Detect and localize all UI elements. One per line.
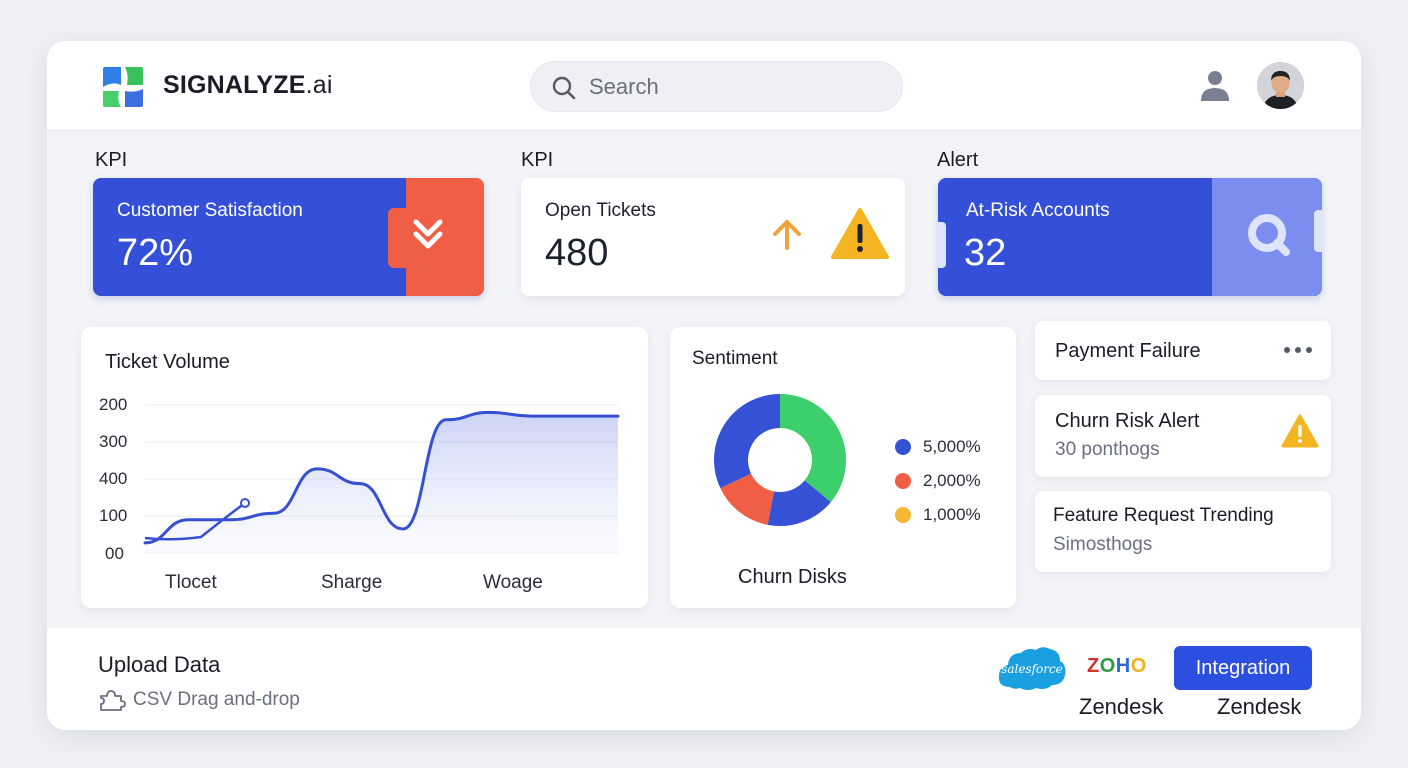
alert-item-payment-failure[interactable]: Payment Failure <box>1035 321 1331 380</box>
avatar-image <box>1257 62 1304 109</box>
legend-label: 1,000% <box>923 505 981 524</box>
avatar[interactable] <box>1257 62 1304 109</box>
area-fill <box>145 412 618 553</box>
alert-item-churn-risk[interactable]: Churn Risk Alert 30 ponthogs <box>1035 395 1331 477</box>
donut-slice <box>714 394 781 489</box>
zoho-logo[interactable]: ZOHO <box>1087 655 1147 678</box>
alert-subtitle: Simosthogs <box>1053 534 1153 555</box>
signalyze-logo[interactable] <box>99 63 147 111</box>
card-accent <box>1212 178 1322 296</box>
sentiment-panel: Sentiment 5,000% 2,000% 1,000% Churn Dis… <box>670 327 1016 608</box>
kpi-value: 32 <box>964 232 1007 274</box>
kpi-section-label: KPI <box>521 149 554 171</box>
donut-slice <box>779 394 846 503</box>
zendesk-label[interactable]: Zendesk <box>1079 694 1163 720</box>
chevrons-down-icon <box>413 219 443 249</box>
search-icon <box>552 76 576 100</box>
salesforce-wordmark: salesforce <box>1001 662 1063 676</box>
ticket-volume-chart <box>143 404 620 554</box>
alert-title: Churn Risk Alert <box>1055 410 1200 432</box>
legend-swatch <box>895 507 911 523</box>
user-icon[interactable] <box>1197 67 1233 103</box>
legend-label: 2,000% <box>923 471 981 490</box>
card-tab <box>938 222 946 268</box>
panel-title: Sentiment <box>692 348 778 369</box>
alert-item-feature-request[interactable]: Feature Request Trending Simosthogs <box>1035 491 1331 572</box>
legend-swatch <box>895 473 911 489</box>
integration-button[interactable]: Integration <box>1174 646 1312 690</box>
legend-swatch <box>895 439 911 455</box>
puzzle-icon <box>100 690 126 711</box>
warning-icon <box>831 208 889 259</box>
top-bar: SIGNALYZE.ai <box>47 41 1361 131</box>
arrow-up-icon <box>773 220 801 250</box>
zendesk-label[interactable]: Zendesk <box>1217 694 1301 720</box>
ticket-volume-panel: Ticket Volume 200 300 400 100 00 Tlocet … <box>81 327 648 608</box>
upload-bar: Upload Data CSV Drag and-drop salesforce… <box>47 628 1361 730</box>
kpi-section-label: KPI <box>95 149 128 171</box>
salesforce-logo[interactable]: salesforce <box>996 643 1068 693</box>
donut-slice <box>720 472 775 525</box>
warning-icon <box>1281 414 1319 448</box>
donut-slice <box>767 479 831 526</box>
kpi-card-customer-satisfaction[interactable]: Customer Satisfaction 72% <box>93 178 484 296</box>
search-bar[interactable] <box>530 61 903 112</box>
card-accent <box>406 178 484 296</box>
alert-title: Payment Failure <box>1055 340 1201 362</box>
app-window: SIGNALYZE.ai KPI KPI Alert <box>47 41 1361 730</box>
sentiment-donut-chart <box>714 394 846 526</box>
brand-name: SIGNALYZE.ai <box>163 71 333 99</box>
alert-title: Feature Request Trending <box>1053 505 1274 526</box>
upload-title: Upload Data <box>98 652 221 677</box>
card-tab <box>1314 210 1322 252</box>
alert-subtitle: 30 ponthogs <box>1055 439 1160 460</box>
alert-section-label: Alert <box>937 149 979 171</box>
kpi-title: Customer Satisfaction <box>117 200 303 221</box>
card-notch <box>388 208 406 268</box>
legend-label: 5,000% <box>923 437 981 456</box>
alert-card-at-risk-accounts[interactable]: At-Risk Accounts 32 <box>938 178 1322 296</box>
search-input[interactable] <box>589 70 879 104</box>
kpi-title: At-Risk Accounts <box>966 200 1110 221</box>
kpi-value: 72% <box>117 232 194 274</box>
data-point-marker <box>240 498 250 508</box>
search-icon <box>1248 214 1290 256</box>
kpi-title: Open Tickets <box>545 200 656 221</box>
kpi-value: 480 <box>545 232 609 274</box>
kpi-card-open-tickets[interactable]: Open Tickets 480 <box>521 178 905 296</box>
donut-caption: Churn Disks <box>738 566 847 588</box>
more-icon[interactable] <box>1283 345 1313 355</box>
upload-subtitle[interactable]: CSV Drag and-drop <box>133 689 300 711</box>
